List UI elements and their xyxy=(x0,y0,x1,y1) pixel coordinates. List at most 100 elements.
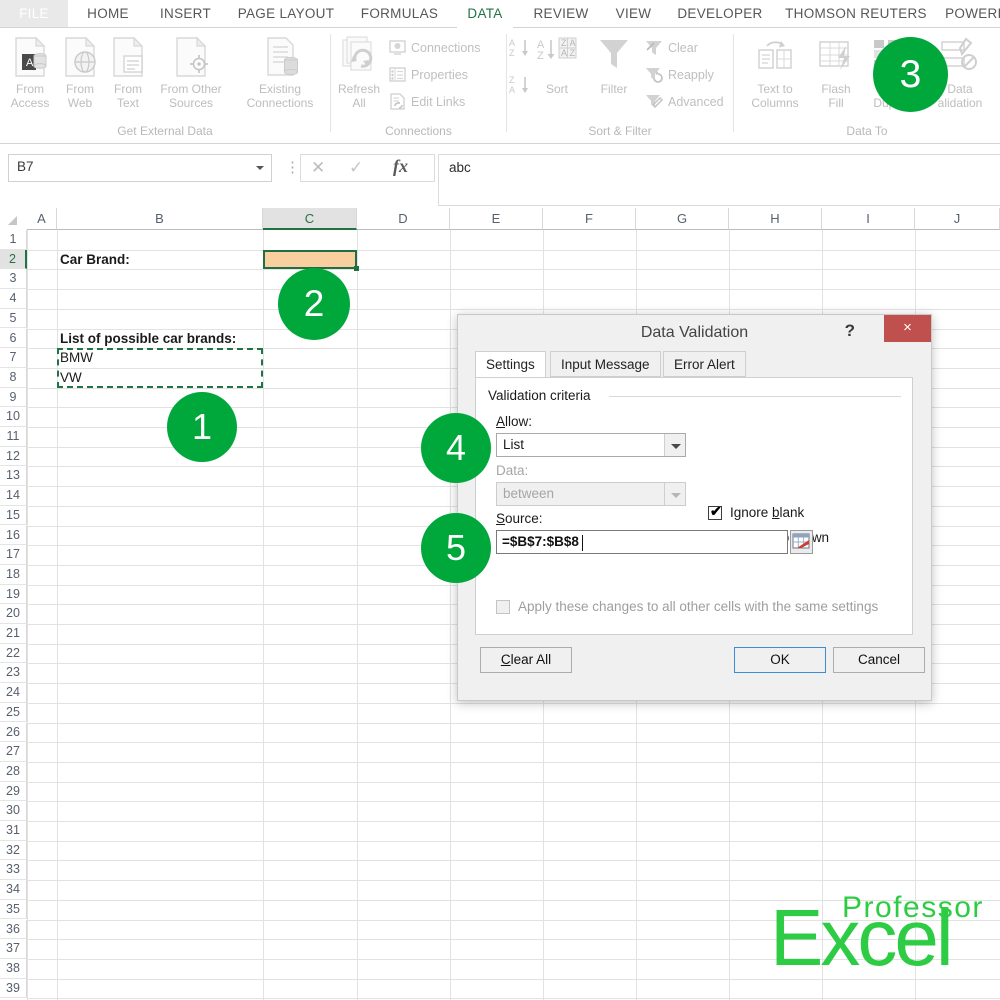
row-header-3[interactable]: 3 xyxy=(0,269,27,290)
row-header-11[interactable]: 11 xyxy=(0,427,27,447)
allow-select[interactable]: List xyxy=(496,433,686,457)
row-header-16[interactable]: 16 xyxy=(0,525,27,546)
row-header-36[interactable]: 36 xyxy=(0,919,27,940)
tab-settings[interactable]: Settings xyxy=(475,351,546,378)
row-header-38[interactable]: 38 xyxy=(0,958,27,979)
tab-input-message[interactable]: Input Message xyxy=(550,351,661,377)
row-header-13[interactable]: 13 xyxy=(0,466,27,487)
row-header-6[interactable]: 6 xyxy=(0,328,27,349)
column-header-H[interactable]: H xyxy=(729,208,822,230)
column-header-G[interactable]: G xyxy=(636,208,729,230)
cancel-icon[interactable]: ✕ xyxy=(311,158,325,178)
row-header-19[interactable]: 19 xyxy=(0,584,27,605)
ribbon-button-refresh-all[interactable]: Refresh All xyxy=(333,34,385,110)
row-header-28[interactable]: 28 xyxy=(0,761,27,782)
row-header-33[interactable]: 33 xyxy=(0,860,27,881)
ribbon-button-reapply[interactable]: Reapply xyxy=(645,63,714,85)
row-header-10[interactable]: 10 xyxy=(0,407,27,427)
ribbon-button-text-to-columns[interactable]: Text to Columns xyxy=(740,34,810,110)
row-header-21[interactable]: 21 xyxy=(0,624,27,644)
row-header-26[interactable]: 26 xyxy=(0,722,27,743)
ribbon-tab-developer[interactable]: DEVELOPER xyxy=(667,0,773,28)
ribbon-tab-thomson-reuters[interactable]: THOMSON REUTERS xyxy=(777,0,935,28)
column-header-B[interactable]: B xyxy=(57,208,263,230)
ribbon-tab-file[interactable]: FILE xyxy=(0,0,68,28)
row-header-27[interactable]: 27 xyxy=(0,742,27,762)
close-icon[interactable]: × xyxy=(884,315,931,342)
help-icon[interactable]: ? xyxy=(845,321,855,341)
ribbon-button-filter[interactable]: Filter xyxy=(590,34,638,96)
row-header-8[interactable]: 8 xyxy=(0,367,27,388)
row-header-23[interactable]: 23 xyxy=(0,663,27,684)
row-header-39[interactable]: 39 xyxy=(0,978,27,999)
row-header-24[interactable]: 24 xyxy=(0,683,27,703)
row-header-4[interactable]: 4 xyxy=(0,289,27,309)
column-header-D[interactable]: D xyxy=(357,208,450,230)
row-header-18[interactable]: 18 xyxy=(0,564,27,585)
tab-error-alert[interactable]: Error Alert xyxy=(663,351,746,377)
row-header-7[interactable]: 7 xyxy=(0,348,27,368)
ok-button[interactable]: OK xyxy=(734,647,826,673)
cancel-button[interactable]: Cancel xyxy=(833,647,925,673)
ribbon-button-flash-fill[interactable]: Flash Fill xyxy=(812,34,860,110)
row-header-22[interactable]: 22 xyxy=(0,643,27,664)
apply-all-checkbox[interactable] xyxy=(496,600,510,614)
row-header-2[interactable]: 2 xyxy=(0,249,27,270)
ribbon-button-existing-connections[interactable]: Existing Connections xyxy=(236,34,324,110)
select-all-corner[interactable] xyxy=(0,208,28,231)
ribbon-button-edit-links[interactable]: Edit Links xyxy=(388,90,465,112)
ribbon-tab-home[interactable]: HOME xyxy=(74,0,142,28)
chevron-down-icon[interactable] xyxy=(256,166,264,170)
clear-all-button[interactable]: Clear All xyxy=(480,647,572,673)
row-header-15[interactable]: 15 xyxy=(0,505,27,526)
column-header-C[interactable]: C xyxy=(263,208,357,230)
row-header-20[interactable]: 20 xyxy=(0,604,27,624)
ignore-blank-checkbox[interactable]: ✔ xyxy=(708,503,722,520)
row-header-5[interactable]: 5 xyxy=(0,308,27,329)
ribbon-tab-powerp[interactable]: POWERP xyxy=(941,0,1000,28)
row-header-25[interactable]: 25 xyxy=(0,702,27,723)
ribbon-tab-formulas[interactable]: FORMULAS xyxy=(352,0,447,28)
column-header-A[interactable]: A xyxy=(27,208,57,230)
insert-function-icon[interactable]: fx xyxy=(393,156,408,177)
active-cell-selection-border[interactable] xyxy=(263,249,357,270)
ribbon-button-from-text[interactable]: From Text xyxy=(104,34,152,110)
ribbon-button-sort-za[interactable]: ZA xyxy=(509,73,543,95)
allow-dropdown-arrow-box[interactable] xyxy=(664,434,685,456)
range-select-icon[interactable] xyxy=(790,530,813,554)
ribbon-button-advanced[interactable]: Advanced xyxy=(645,90,724,112)
ribbon-tab-insert[interactable]: INSERT xyxy=(148,0,223,28)
column-header-F[interactable]: F xyxy=(543,208,636,230)
column-header-E[interactable]: E xyxy=(450,208,543,230)
ribbon-tab-data[interactable]: DATA xyxy=(457,0,513,28)
row-header-14[interactable]: 14 xyxy=(0,486,27,506)
ribbon-tab-view[interactable]: VIEW xyxy=(606,0,661,28)
row-header-17[interactable]: 17 xyxy=(0,545,27,565)
row-header-35[interactable]: 35 xyxy=(0,899,27,920)
fill-handle[interactable] xyxy=(354,266,359,272)
column-header-I[interactable]: I xyxy=(822,208,915,230)
row-header-30[interactable]: 30 xyxy=(0,801,27,821)
ribbon-button-properties[interactable]: Properties xyxy=(388,63,468,85)
row-header-29[interactable]: 29 xyxy=(0,781,27,802)
row-header-37[interactable]: 37 xyxy=(0,939,27,959)
ribbon-tab-review[interactable]: REVIEW xyxy=(521,0,601,28)
row-header-9[interactable]: 9 xyxy=(0,387,27,408)
row-header-1[interactable]: 1 xyxy=(0,230,27,250)
name-box[interactable]: B7 xyxy=(8,154,272,182)
ribbon-tab-page-layout[interactable]: PAGE LAYOUT xyxy=(227,0,345,28)
ribbon-button-clear[interactable]: Clear xyxy=(645,36,698,58)
check-icon[interactable]: ✓ xyxy=(349,158,363,178)
source-input[interactable]: =$B$7:$B$8 xyxy=(496,530,788,554)
ribbon-button-from-other-sources[interactable]: From Other Sources xyxy=(152,34,230,110)
ribbon-button-from-web[interactable]: From Web xyxy=(56,34,104,110)
ribbon-button-connections[interactable]: Connections xyxy=(388,36,481,58)
column-header-J[interactable]: J xyxy=(915,208,1000,230)
row-header-31[interactable]: 31 xyxy=(0,821,27,841)
ribbon-button-sort-az[interactable]: AZ xyxy=(509,36,543,58)
row-header-32[interactable]: 32 xyxy=(0,840,27,861)
ribbon-button-from-access[interactable]: A From Access xyxy=(4,34,56,110)
data-validation-dialog[interactable]: Data Validation ? × Settings Input Messa… xyxy=(457,314,932,701)
formula-input[interactable]: abc xyxy=(438,154,1000,206)
row-header-34[interactable]: 34 xyxy=(0,880,27,900)
